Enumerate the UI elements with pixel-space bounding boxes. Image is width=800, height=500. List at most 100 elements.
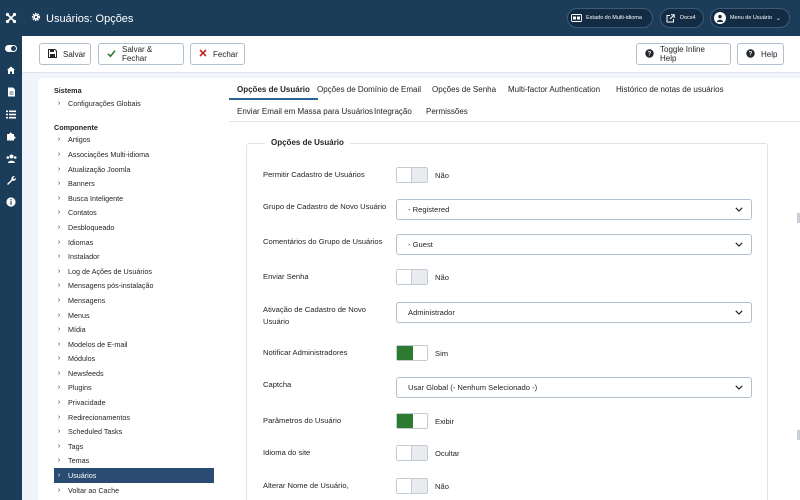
component-tree: Sistema › Configurações Globais Component… (54, 86, 214, 497)
send-password-switch[interactable] (396, 269, 428, 285)
chevron-right-icon: › (57, 209, 61, 217)
info-icon[interactable] (0, 192, 22, 212)
save-close-button[interactable]: Salvar & Fechar (98, 43, 184, 65)
tab-permissions[interactable]: Permissões (418, 100, 476, 122)
change-username-state: Não (435, 482, 449, 491)
tab-integration[interactable]: Integração (366, 100, 420, 122)
tree-item[interactable]: › Busca Inteligente (54, 191, 214, 206)
multilang-status-button[interactable]: Estado do Multi-idioma (567, 8, 653, 28)
tab-notes-history[interactable]: Histórico de notas de usuários (608, 78, 732, 100)
toggle-inline-help-button[interactable]: ? Toggle Inline Help (636, 43, 731, 65)
tree-item-label: Temas (68, 456, 90, 466)
allow-registration-switch[interactable] (396, 167, 428, 183)
chevron-right-icon: › (57, 355, 61, 363)
tree-item[interactable]: › Voltar ao Cache (54, 483, 214, 498)
tab-password[interactable]: Opções de Senha (424, 78, 504, 100)
list-icon[interactable] (0, 104, 22, 124)
docs-button[interactable]: Docs4 (660, 8, 704, 28)
tree-item[interactable]: › Scheduled Tasks (54, 424, 214, 439)
tree-item[interactable]: › Configurações Globais (54, 96, 214, 111)
tree-item[interactable]: › Log de Ações de Usuários (54, 264, 214, 279)
chevron-right-icon: › (57, 311, 61, 319)
joomla-logo-icon[interactable] (0, 0, 22, 36)
tree-item[interactable]: › Modelos de E-mail (54, 337, 214, 352)
tree-item[interactable]: › Plugins (54, 381, 214, 396)
tree-item-label: Tags (68, 441, 84, 451)
tree-item[interactable]: › Mensagens (54, 293, 214, 308)
user-options-fieldset: Opções de Usuário Permitir Cadastro de U… (246, 138, 768, 500)
tree-item-label: Redirecionamentos (68, 412, 130, 422)
chevron-right-icon: › (57, 399, 61, 407)
content-file-icon[interactable] (0, 82, 22, 102)
tree-item[interactable]: › Tags (54, 439, 214, 454)
user-menu-label: Menu de Usuário (730, 15, 772, 21)
tree-item[interactable]: › Mensagens pós-instalação (54, 279, 214, 294)
activation-select[interactable]: Administrador (396, 302, 752, 323)
new-user-group-select[interactable]: - Registered (396, 199, 752, 220)
tree-item[interactable]: › Idiomas (54, 235, 214, 250)
wrench-icon[interactable] (0, 170, 22, 190)
tab-email-domain[interactable]: Opções de Domínio de Email (309, 78, 429, 100)
change-username-switch[interactable] (396, 478, 428, 494)
site-language-state: Ocultar (435, 449, 460, 458)
chevron-right-icon: › (57, 180, 61, 188)
home-icon[interactable] (0, 60, 22, 80)
save-label: Salvar (63, 49, 86, 59)
tree-item[interactable]: › Artigos (54, 133, 214, 148)
tree-item[interactable]: › Contatos (54, 206, 214, 221)
tree-item[interactable]: › Mídia (54, 322, 214, 337)
tree-item[interactable]: › Banners (54, 176, 214, 191)
save-button[interactable]: Salvar (39, 43, 91, 65)
tree-item-label: Contatos (68, 208, 97, 218)
tree-item[interactable]: › Temas (54, 454, 214, 469)
user-menu-button[interactable]: Menu de Usuário ⌄ (710, 8, 790, 28)
tab-mass-mail[interactable]: Enviar Email em Massa para Usuários (229, 100, 381, 122)
new-user-group-value: - Registered (408, 205, 450, 214)
chevron-right-icon: › (57, 384, 61, 392)
user-params-switch[interactable] (396, 413, 428, 429)
close-button[interactable]: Fechar (190, 43, 245, 65)
send-password-state: Não (435, 273, 449, 282)
tree-item[interactable]: › Usuários (54, 468, 214, 483)
tree-item[interactable]: › Redirecionamentos (54, 410, 214, 425)
tab-label: Integração (374, 106, 412, 116)
tree-item[interactable]: › Módulos (54, 352, 214, 367)
captcha-select[interactable]: Usar Global (- Nenhum Selecionado -) (396, 377, 752, 398)
close-label: Fechar (213, 49, 238, 59)
tab-mfa[interactable]: Multi-factor Authentication (500, 78, 608, 100)
chevron-right-icon: › (57, 486, 61, 494)
page-title-text: Usuários: Opções (46, 12, 134, 25)
guest-group-select[interactable]: - Guest (396, 234, 752, 255)
tree-item[interactable]: › Atualização Joomla (54, 162, 214, 177)
chevron-down-icon (735, 205, 743, 214)
activation-value: Administrador (408, 308, 455, 317)
tree-item[interactable]: › Instalador (54, 249, 214, 264)
chevron-down-icon (735, 383, 743, 392)
help-button[interactable]: ? Help (737, 43, 784, 65)
user-avatar-icon (714, 12, 726, 24)
tree-item-label: Menus (68, 310, 90, 320)
tab-label: Opções de Senha (432, 84, 497, 94)
tree-item[interactable]: › Associações Multi-idioma (54, 147, 214, 162)
user-params-state: Exibir (435, 417, 454, 426)
tab-label: Enviar Email em Massa para Usuários (237, 106, 374, 116)
chevron-right-icon: › (57, 136, 61, 144)
language-icon (571, 14, 582, 22)
tree-item-label: Idiomas (68, 237, 94, 247)
users-icon[interactable] (0, 148, 22, 168)
tree-item[interactable]: › Privacidade (54, 395, 214, 410)
tree-item[interactable]: › Desbloqueado (54, 220, 214, 235)
tree-item-label: Newsfeeds (68, 368, 104, 378)
puzzle-extensions-icon[interactable] (0, 126, 22, 146)
chevron-right-icon: › (57, 369, 61, 377)
chevron-right-icon: › (57, 282, 61, 290)
chevron-right-icon: › (57, 442, 61, 450)
tree-item[interactable]: › Menus (54, 308, 214, 323)
site-language-switch[interactable] (396, 445, 428, 461)
menu-toggle-icon[interactable] (0, 38, 22, 58)
tree-item[interactable]: › Newsfeeds (54, 366, 214, 381)
notify-admins-switch[interactable] (396, 345, 428, 361)
chevron-right-icon: › (57, 99, 61, 107)
tree-item-label: Usuários (68, 471, 97, 481)
tab-user-options[interactable]: Opções de Usuário (229, 78, 318, 100)
